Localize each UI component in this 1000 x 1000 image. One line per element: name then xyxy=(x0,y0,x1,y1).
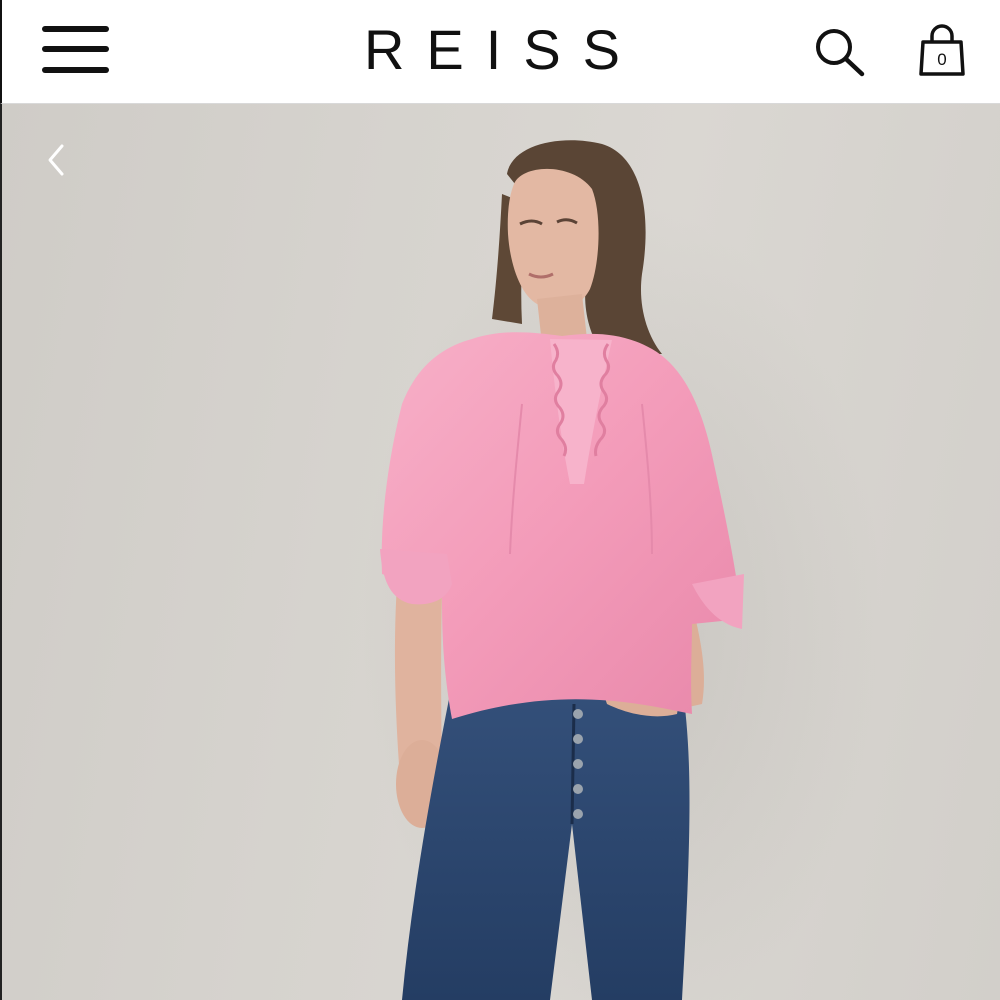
back-button[interactable] xyxy=(42,140,72,180)
top-header: REISS 0 xyxy=(0,0,1000,104)
product-image[interactable] xyxy=(0,104,1000,1000)
product-photo xyxy=(362,140,882,1000)
shopping-bag-button[interactable]: 0 xyxy=(916,24,968,80)
search-icon xyxy=(816,29,865,77)
search-button[interactable] xyxy=(812,26,868,80)
bag-count: 0 xyxy=(937,50,947,69)
chevron-left-icon xyxy=(48,144,64,176)
